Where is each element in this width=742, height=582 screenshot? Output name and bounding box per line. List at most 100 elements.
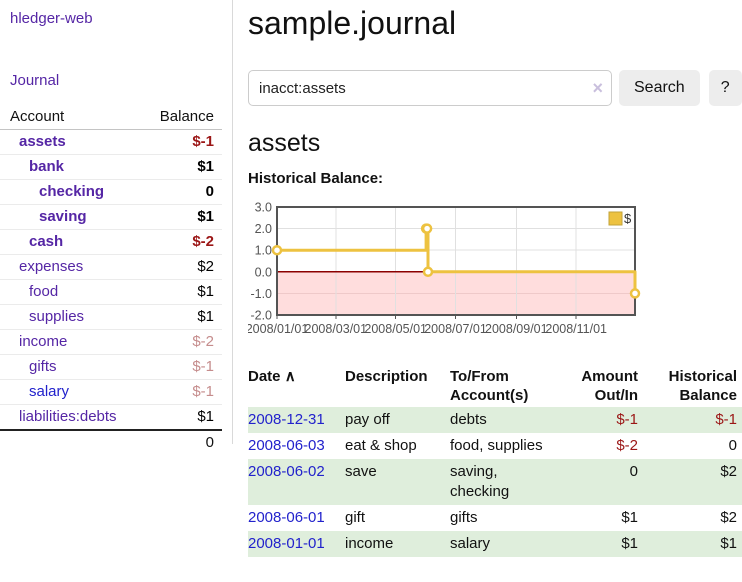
account-link[interactable]: cash bbox=[29, 233, 63, 251]
search-input[interactable] bbox=[248, 70, 612, 106]
account-link[interactable]: expenses bbox=[19, 258, 83, 276]
svg-text:2008/09/01: 2008/09/01 bbox=[485, 322, 548, 336]
transaction-balance: $2 bbox=[643, 505, 742, 531]
transaction-amount: 0 bbox=[555, 459, 643, 505]
account-balance: $1 bbox=[197, 158, 214, 176]
account-row: checking 0 bbox=[0, 180, 222, 205]
account-heading: assets bbox=[248, 128, 742, 158]
account-balance: $-1 bbox=[192, 383, 214, 401]
accounts-header-label: Account bbox=[10, 108, 64, 126]
app-brand-link[interactable]: hledger-web bbox=[10, 10, 232, 27]
account-link[interactable]: checking bbox=[39, 183, 104, 201]
transaction-amount: $1 bbox=[555, 505, 643, 531]
search-form: × Search ? bbox=[248, 70, 742, 106]
transaction-accounts: gifts bbox=[450, 505, 555, 531]
transaction-balance: $-1 bbox=[643, 407, 742, 433]
account-link[interactable]: saving bbox=[39, 208, 87, 226]
transaction-date-link[interactable]: 2008-06-02 bbox=[248, 459, 345, 505]
column-header-amount: Amount Out/In bbox=[555, 366, 643, 407]
svg-text:2008/07/01: 2008/07/01 bbox=[424, 322, 487, 336]
account-link[interactable]: food bbox=[29, 283, 58, 301]
account-row: food $1 bbox=[0, 280, 222, 305]
transaction-balance: $1 bbox=[643, 531, 742, 557]
sidebar: hledger-web Journal Account Balance asse… bbox=[0, 0, 233, 444]
accounts-total-value: 0 bbox=[206, 434, 214, 452]
account-row: assets $-1 bbox=[0, 130, 222, 155]
transaction-description: save bbox=[345, 459, 450, 505]
account-link[interactable]: salary bbox=[29, 383, 69, 401]
account-balance: $1 bbox=[197, 283, 214, 301]
transaction-row: 2008-06-02savesaving, checking0$2 bbox=[248, 459, 742, 505]
accounts-balance-table: Account Balance assets $-1 bank $1 checking 0… bbox=[0, 105, 222, 455]
page-title: sample.journal bbox=[248, 4, 742, 42]
transaction-row: 2008-06-03eat & shopfood, supplies$-20 bbox=[248, 433, 742, 459]
svg-text:2008/05/01: 2008/05/01 bbox=[364, 322, 427, 336]
svg-text:0.0: 0.0 bbox=[255, 265, 272, 279]
svg-text:1.0: 1.0 bbox=[255, 244, 272, 258]
column-header-date[interactable]: Date ∧ bbox=[248, 366, 345, 407]
account-link[interactable]: gifts bbox=[29, 358, 57, 376]
account-link[interactable]: supplies bbox=[29, 308, 84, 326]
svg-text:2008/11/01: 2008/11/01 bbox=[545, 322, 607, 336]
account-balance: $-1 bbox=[192, 358, 214, 376]
svg-text:3.0: 3.0 bbox=[255, 201, 272, 215]
transaction-accounts: debts bbox=[450, 407, 555, 433]
account-balance: $-1 bbox=[192, 133, 214, 151]
journal-nav-link[interactable]: Journal bbox=[10, 72, 59, 89]
accounts-rows: assets $-1 bank $1 checking 0 saving $1 cash $-2 e… bbox=[0, 130, 222, 429]
transaction-date-link[interactable]: 2008-01-01 bbox=[248, 531, 345, 557]
account-balance: $1 bbox=[197, 208, 214, 226]
transaction-row: 2008-12-31pay offdebts$-1$-1 bbox=[248, 407, 742, 433]
account-balance: $2 bbox=[197, 258, 214, 276]
transaction-accounts: saving, checking bbox=[450, 459, 555, 505]
account-balance: $-2 bbox=[192, 233, 214, 251]
account-balance: $1 bbox=[197, 308, 214, 326]
account-link[interactable]: income bbox=[19, 333, 67, 351]
chart-legend-label: $ bbox=[624, 211, 632, 226]
transaction-description: pay off bbox=[345, 407, 450, 433]
account-link[interactable]: assets bbox=[19, 133, 66, 151]
search-button[interactable]: Search bbox=[619, 70, 700, 106]
transaction-row: 2008-06-01giftgifts$1$2 bbox=[248, 505, 742, 531]
svg-text:-2.0: -2.0 bbox=[250, 309, 272, 323]
transaction-balance: 0 bbox=[643, 433, 742, 459]
help-button[interactable]: ? bbox=[709, 70, 742, 106]
account-row: cash $-2 bbox=[0, 230, 222, 255]
transaction-amount: $1 bbox=[555, 531, 643, 557]
transaction-row: 2008-01-01incomesalary$1$1 bbox=[248, 531, 742, 557]
account-row: bank $1 bbox=[0, 155, 222, 180]
account-link[interactable]: liabilities:debts bbox=[19, 408, 117, 426]
account-balance: $1 bbox=[197, 408, 214, 426]
transaction-date-link[interactable]: 2008-06-03 bbox=[248, 433, 345, 459]
account-row: gifts $-1 bbox=[0, 355, 222, 380]
transaction-balance: $2 bbox=[643, 459, 742, 505]
accounts-table-header: Account Balance bbox=[0, 105, 222, 130]
svg-text:2.0: 2.0 bbox=[255, 222, 272, 236]
svg-text:2008/03/01: 2008/03/01 bbox=[305, 322, 368, 336]
sort-ascending-icon: ∧ bbox=[285, 368, 296, 385]
transaction-description: eat & shop bbox=[345, 433, 450, 459]
balance-header-label: Balance bbox=[160, 108, 214, 126]
main-content: sample.journal × Search ? assets Histori… bbox=[248, 0, 742, 557]
transaction-date-link[interactable]: 2008-06-01 bbox=[248, 505, 345, 531]
transaction-description: gift bbox=[345, 505, 450, 531]
transaction-date-link[interactable]: 2008-12-31 bbox=[248, 407, 345, 433]
account-row: income $-2 bbox=[0, 330, 222, 355]
transaction-accounts: salary bbox=[450, 531, 555, 557]
register-table: Date ∧ Description To/From Account(s) Am… bbox=[248, 366, 742, 557]
register-header-row: Date ∧ Description To/From Account(s) Am… bbox=[248, 366, 742, 407]
account-row: supplies $1 bbox=[0, 305, 222, 330]
account-row: expenses $2 bbox=[0, 255, 222, 280]
account-balance: 0 bbox=[206, 183, 214, 201]
accounts-total-row: 0 bbox=[0, 429, 222, 455]
column-header-accounts: To/From Account(s) bbox=[450, 366, 555, 407]
transaction-amount: $-1 bbox=[555, 407, 643, 433]
account-row: salary $-1 bbox=[0, 380, 222, 405]
account-row: saving $1 bbox=[0, 205, 222, 230]
account-balance: $-2 bbox=[192, 333, 214, 351]
svg-text:2008/01/01: 2008/01/01 bbox=[248, 322, 308, 336]
clear-search-icon[interactable]: × bbox=[592, 79, 603, 97]
transaction-accounts: food, supplies bbox=[450, 433, 555, 459]
account-link[interactable]: bank bbox=[29, 158, 64, 176]
column-header-balance: Historical Balance bbox=[643, 366, 742, 407]
